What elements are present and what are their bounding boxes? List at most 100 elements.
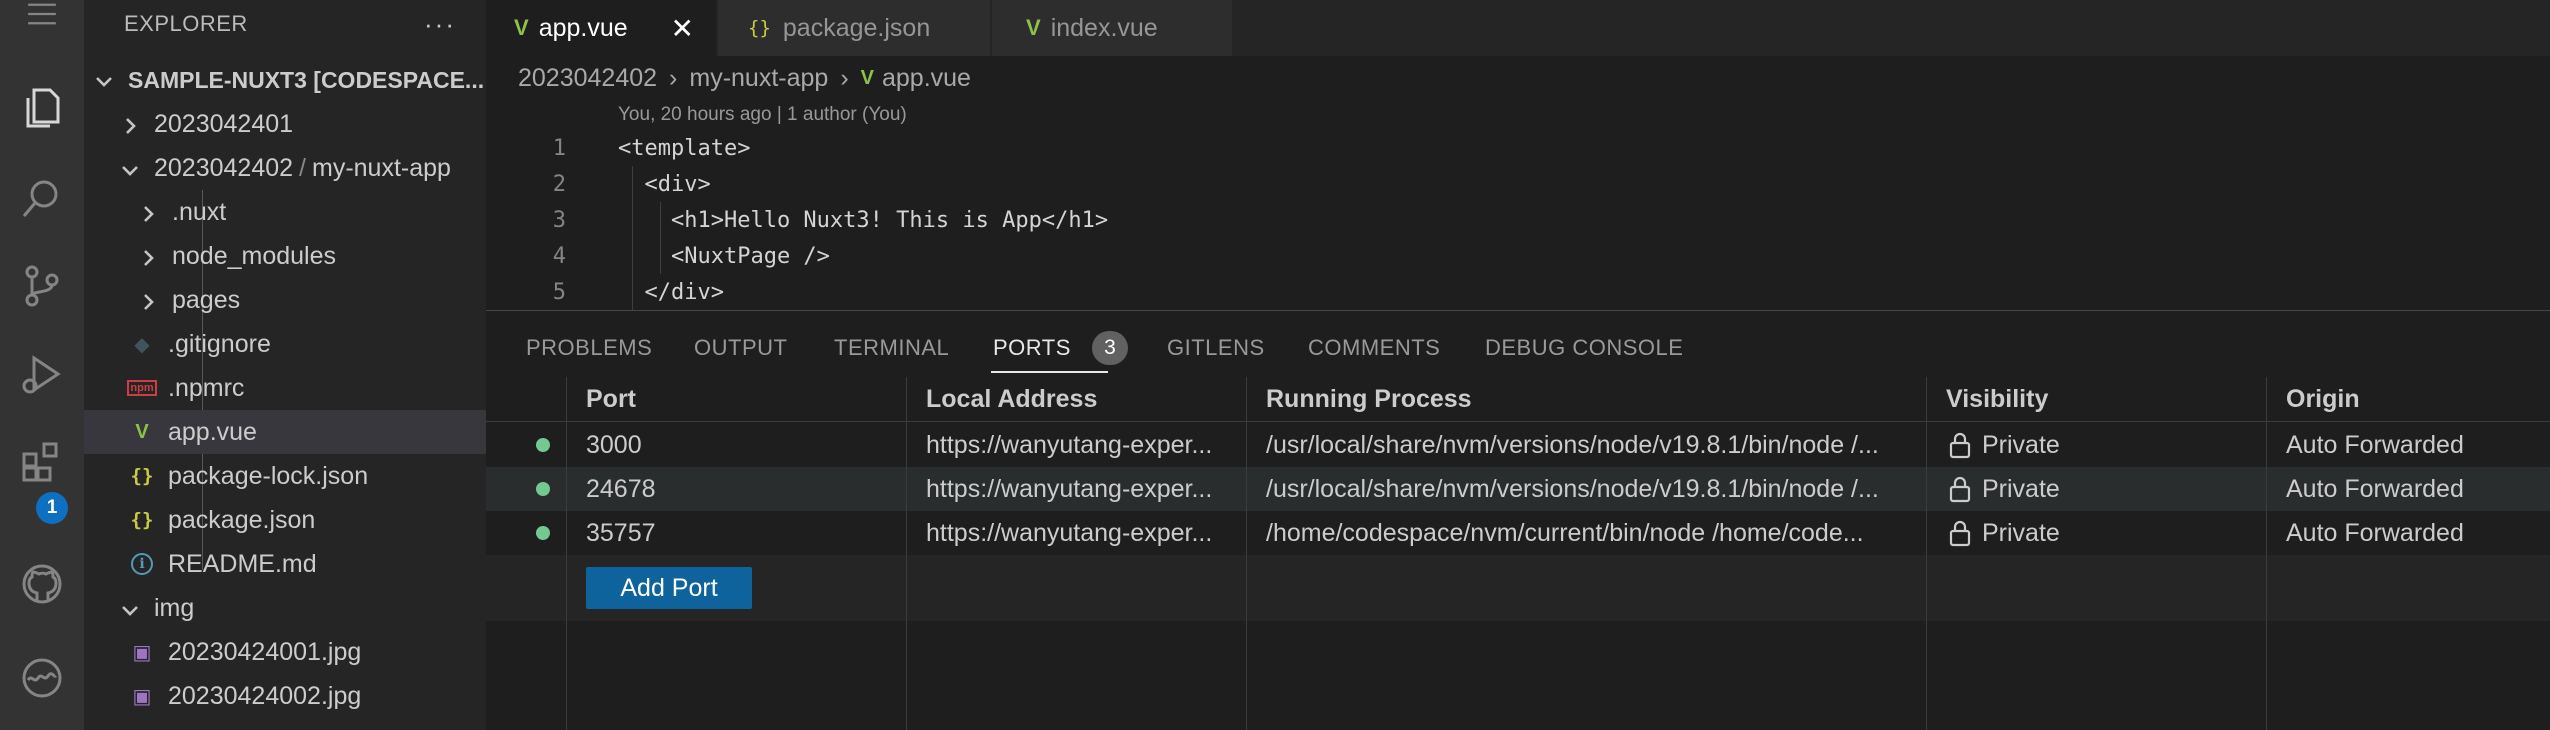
tree-file-gitignore[interactable]: ◆ .gitignore (84, 322, 486, 366)
source-control-icon[interactable] (0, 244, 84, 328)
json-file-icon: {} (748, 17, 771, 39)
tree-item-label: 20230424002.jpg (168, 681, 362, 710)
more-actions-icon[interactable]: ··· (424, 9, 456, 40)
tree-item-label: README.md (168, 549, 317, 578)
table-row[interactable]: 3000 https://wanyutang-exper... /usr/loc… (486, 423, 2550, 467)
path-separator: / (299, 153, 306, 182)
json-file-icon: {} (130, 509, 154, 531)
search-icon[interactable] (0, 156, 84, 240)
breadcrumb-subfolder[interactable]: my-nuxt-app (689, 64, 828, 93)
tree-folder-2023042401[interactable]: 2023042401 (84, 102, 486, 146)
image-file-icon: ▣ (132, 641, 152, 664)
tab-gitlens[interactable]: GITLENS (1167, 335, 1265, 361)
image-file-icon: ▣ (132, 685, 152, 708)
vue-file-icon: V (860, 67, 874, 89)
tree-item-label: img (154, 593, 195, 622)
running-status-icon (536, 526, 550, 540)
tab-comments[interactable]: COMMENTS (1308, 335, 1440, 361)
code-text: </div> (618, 279, 724, 305)
chevron-right-icon (120, 114, 140, 134)
process-cell: /usr/local/share/nvm/versions/node/v19.8… (1266, 431, 1879, 459)
tab-app-vue[interactable]: V app.vue ✕ (486, 0, 716, 56)
column-header-port[interactable]: Port (586, 385, 636, 414)
tab-debug-console[interactable]: DEBUG CONSOLE (1485, 335, 1683, 361)
tree-file-package-lock-json[interactable]: {} package-lock.json (84, 454, 486, 498)
column-header-visibility[interactable]: Visibility (1946, 385, 2048, 414)
tree-folder-nuxt[interactable]: .nuxt (84, 190, 486, 234)
tree-file-image-2[interactable]: ▣ 20230424002.jpg (84, 674, 486, 718)
tree-item-label: .npmrc (168, 373, 245, 402)
add-port-button[interactable]: Add Port (586, 567, 752, 609)
workspace-root-label: SAMPLE-NUXT3 [CODESPACE... (128, 66, 485, 93)
remote-explorer-icon[interactable] (0, 636, 84, 720)
tree-folder-2023042402[interactable]: 2023042402 / my-nuxt-app (84, 146, 486, 190)
tree-folder-pages[interactable]: pages (84, 278, 486, 322)
vue-file-icon: V (1026, 15, 1041, 40)
tree-folder-img[interactable]: img (84, 586, 486, 630)
code-line: 3 <h1>Hello Nuxt3! This is App</h1> (486, 202, 2550, 238)
tab-problems[interactable]: PROBLEMS (526, 335, 652, 361)
table-row[interactable]: 24678 https://wanyutang-exper... /usr/lo… (486, 467, 2550, 511)
git-file-icon: ◆ (134, 333, 150, 356)
explorer-sidebar: EXPLORER ··· SAMPLE-NUXT3 [CODESPACE... … (84, 0, 486, 730)
tree-folder-node-modules[interactable]: node_modules (84, 234, 486, 278)
tab-label: index.vue (1050, 13, 1158, 42)
visibility-cell: Private (1982, 431, 2060, 459)
info-file-icon: i (130, 553, 154, 575)
chevron-right-icon (138, 246, 158, 266)
tree-item-label: 2023042402 (154, 153, 294, 182)
vue-file-icon: V (514, 15, 529, 40)
breadcrumb-file[interactable]: app.vue (882, 64, 971, 93)
tab-terminal[interactable]: TERMINAL (834, 335, 949, 361)
extensions-icon[interactable] (0, 420, 84, 504)
activity-bar: 1 (0, 0, 84, 730)
github-icon[interactable] (0, 542, 84, 626)
port-cell: 24678 (586, 475, 656, 503)
npm-file-icon: npm (127, 380, 157, 396)
column-divider (1246, 377, 1247, 730)
code-line: 4 <NuxtPage /> (486, 238, 2550, 274)
tab-package-json[interactable]: {} package.json (718, 0, 990, 56)
table-row[interactable]: 35757 https://wanyutang-exper... /home/c… (486, 511, 2550, 555)
running-status-icon (536, 482, 550, 496)
chevron-down-icon (120, 598, 140, 618)
tree-file-app-vue[interactable]: V app.vue (84, 410, 486, 454)
lock-icon (1949, 519, 1971, 547)
tree-item-label: package.json (168, 505, 316, 534)
tab-index-vue[interactable]: V index.vue (992, 0, 1232, 56)
code-text: <h1>Hello Nuxt3! This is App</h1> (618, 207, 1109, 233)
origin-cell: Auto Forwarded (2286, 431, 2464, 459)
local-address-cell[interactable]: https://wanyutang-exper... (926, 475, 1246, 504)
column-divider (566, 377, 567, 730)
tab-output[interactable]: OUTPUT (694, 335, 787, 361)
workspace-root[interactable]: SAMPLE-NUXT3 [CODESPACE... (84, 58, 486, 102)
local-address-cell[interactable]: https://wanyutang-exper... (926, 431, 1246, 460)
local-address-cell[interactable]: https://wanyutang-exper... (926, 519, 1246, 548)
tab-label: package.json (782, 13, 931, 42)
chevron-right-icon (138, 202, 158, 222)
breadcrumb-folder[interactable]: 2023042402 (518, 64, 657, 93)
explorer-title: EXPLORER (124, 11, 248, 36)
run-debug-icon[interactable] (0, 332, 84, 416)
line-number: 3 (552, 207, 566, 233)
codelens-blame[interactable]: You, 20 hours ago | 1 author (You) (618, 104, 907, 126)
code-editor[interactable]: 1 <template> 2 <div> 3 <h1>Hello Nuxt3! … (486, 130, 2550, 310)
tree-file-npmrc[interactable]: npm .npmrc (84, 366, 486, 410)
tree-file-image-1[interactable]: ▣ 20230424001.jpg (84, 630, 486, 674)
tree-file-package-json[interactable]: {} package.json (84, 498, 486, 542)
code-text: <NuxtPage /> (618, 243, 830, 269)
panel-tabs: PROBLEMS OUTPUT TERMINAL PORTS 3 GITLENS… (486, 311, 2550, 377)
column-header-local-address[interactable]: Local Address (926, 385, 1097, 414)
column-header-origin[interactable]: Origin (2286, 385, 2360, 414)
tree-item-label: node_modules (172, 241, 337, 270)
editor-tabs: V app.vue ✕ {} package.json V index.vue (486, 0, 2550, 56)
menu-icon[interactable] (0, 0, 84, 44)
explorer-icon[interactable] (0, 66, 84, 150)
close-icon[interactable]: ✕ (671, 12, 694, 45)
ports-count-badge: 3 (1092, 331, 1128, 365)
tab-ports[interactable]: PORTS (993, 335, 1071, 361)
code-line: 1 <template> (486, 130, 2550, 166)
tree-file-readme[interactable]: i README.md (84, 542, 486, 586)
column-header-running-process[interactable]: Running Process (1266, 385, 1472, 414)
json-file-icon: {} (130, 465, 154, 487)
